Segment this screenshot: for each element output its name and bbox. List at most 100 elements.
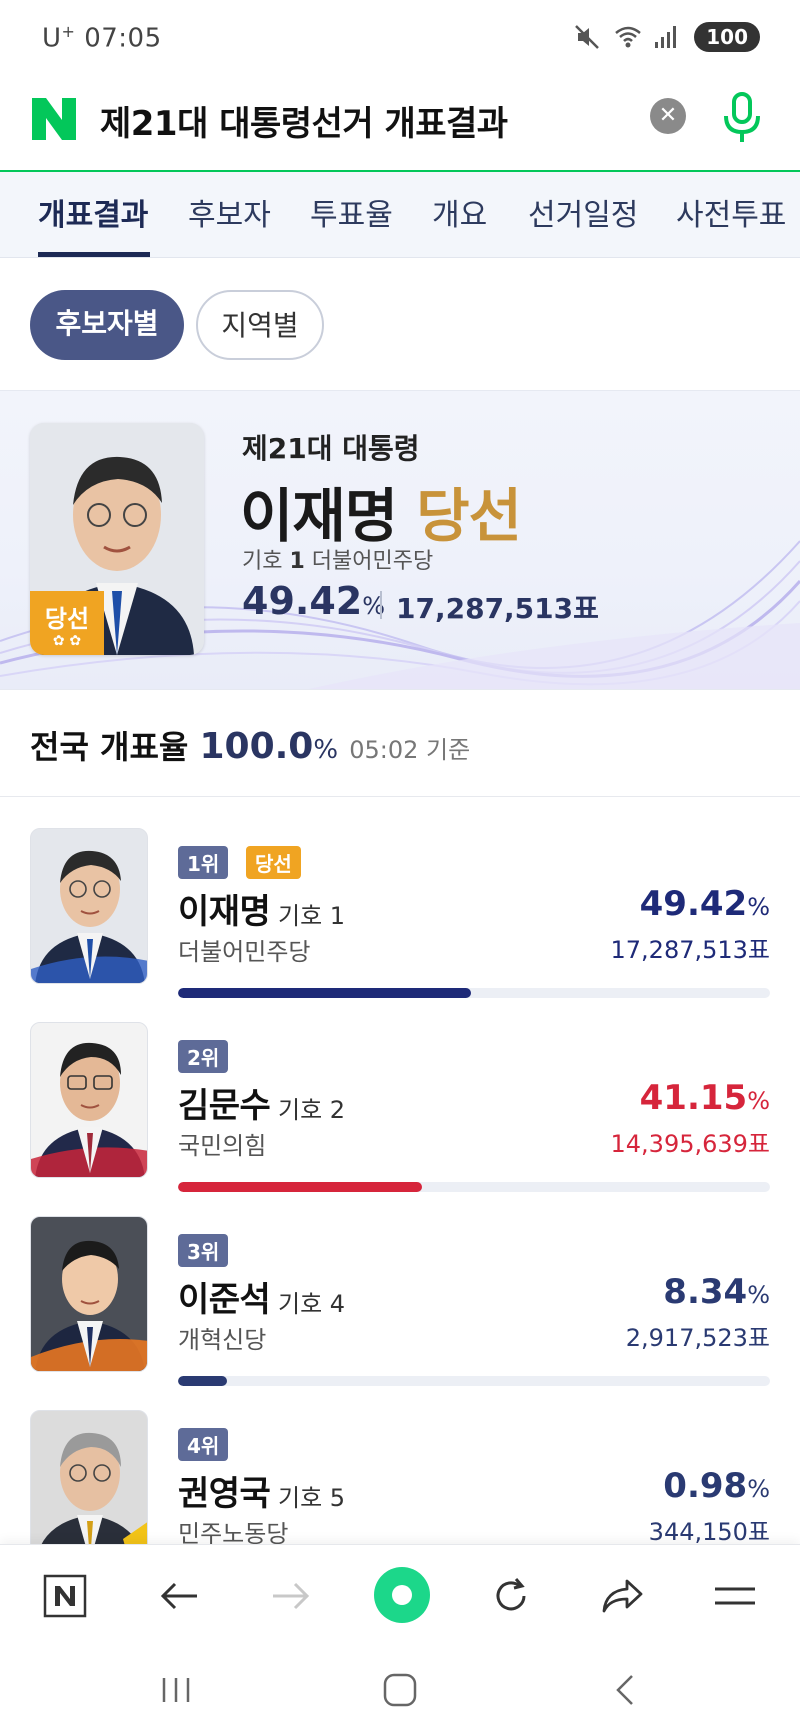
winner-banner[interactable]: 당선 ✿ ✿ 제21대 대통령 이재명 당선 기호 1 더불어민주당 49.42… xyxy=(0,390,800,690)
winner-headline: 이재명 당선 xyxy=(240,469,522,553)
vote-share-fill xyxy=(178,1182,422,1192)
vote-share-bar xyxy=(178,988,770,998)
candidate-photo xyxy=(30,828,148,984)
microphone-icon[interactable] xyxy=(720,90,764,146)
wifi-icon xyxy=(614,24,642,50)
tab-candidates[interactable]: 후보자 xyxy=(188,190,271,234)
candidate-pct-value: 0.98 xyxy=(663,1466,748,1506)
candidate-votes: 17,287,513표 xyxy=(610,936,771,964)
rank-badge: 4위 xyxy=(178,1428,229,1461)
back-icon[interactable] xyxy=(600,1666,648,1714)
clock: 07:05 xyxy=(84,23,162,54)
candidate-name: 권영국 xyxy=(178,1474,271,1514)
candidate-party: 국민의힘 xyxy=(178,1132,267,1160)
recents-icon[interactable] xyxy=(152,1666,200,1714)
candidate-name: 이재명 xyxy=(178,892,271,932)
candidate-symbol-number: 기호 5 xyxy=(278,1484,346,1512)
winner-percentage: 49.42% xyxy=(242,579,385,623)
search-input[interactable]: 제21대 대통령선거 개표결과 xyxy=(100,96,508,145)
elected-badge: 당선 xyxy=(246,846,301,879)
active-tab-indicator xyxy=(38,252,150,257)
reload-icon[interactable] xyxy=(484,1569,538,1623)
winner-elected-text: 당선 xyxy=(416,482,522,550)
naver-logo-icon[interactable] xyxy=(30,96,78,142)
search-bar: 제21대 대통령선거 개표결과 ✕ xyxy=(0,78,800,172)
status-bar: U+ 07:05 100 xyxy=(0,0,800,70)
carrier-time: U+ 07:05 xyxy=(42,22,162,54)
back-arrow-icon[interactable] xyxy=(152,1569,206,1623)
counting-rate-number: 100.0 xyxy=(199,726,314,767)
battery-indicator: 100 xyxy=(694,22,760,52)
candidate-percentage: 8.34% xyxy=(663,1272,770,1312)
tab-results[interactable]: 개표결과 xyxy=(38,190,148,234)
candidate-name: 이준석 xyxy=(178,1280,271,1320)
status-icons: 100 xyxy=(574,22,760,52)
candidate-symbol-number: 기호 4 xyxy=(278,1290,346,1318)
candidate-row[interactable]: 2위 김문수 기호 2 국민의힘 41.15% 14,395,639표 xyxy=(0,1022,800,1212)
winner-party-line: 기호 1 더불어민주당 xyxy=(242,543,433,575)
filter-by-candidate[interactable]: 후보자별 xyxy=(30,290,184,360)
candidate-votes: 2,917,523표 xyxy=(625,1324,770,1352)
winner-party: 더불어민주당 xyxy=(311,549,434,574)
share-icon[interactable] xyxy=(596,1569,650,1623)
tab-early-voting[interactable]: 사전투표 xyxy=(676,190,786,234)
symbol-label: 기호 xyxy=(242,549,283,574)
carrier-label: U xyxy=(42,23,62,54)
vote-share-fill xyxy=(178,1376,228,1386)
signal-icon xyxy=(654,24,680,50)
candidate-pct-unit: % xyxy=(747,1475,770,1503)
counting-rate-time: 05:02 기준 xyxy=(349,736,471,764)
close-icon: ✕ xyxy=(658,103,678,128)
rank-badge: 2위 xyxy=(178,1040,229,1073)
green-circle-icon[interactable] xyxy=(372,1565,432,1625)
menu-icon[interactable] xyxy=(708,1569,762,1623)
winner-subtitle: 제21대 대통령 xyxy=(242,432,420,465)
candidate-votes: 14,395,639표 xyxy=(610,1130,771,1158)
elected-badge-label: 당선 xyxy=(44,605,90,633)
candidate-percentage: 41.15% xyxy=(640,1078,770,1118)
divider xyxy=(380,591,382,619)
candidate-pct-value: 8.34 xyxy=(663,1272,748,1312)
candidate-photo xyxy=(30,1410,148,1566)
carrier-sup: + xyxy=(61,22,76,41)
candidate-row[interactable]: 3위 이준석 기호 4 개혁신당 8.34% 2,917,523표 xyxy=(0,1216,800,1406)
candidate-votes: 344,150표 xyxy=(648,1518,770,1546)
candidate-name: 김문수 xyxy=(178,1086,271,1126)
candidate-photo xyxy=(30,1216,148,1372)
candidate-row[interactable]: 1위 당선 이재명 기호 1 더불어민주당 49.42% 17,287,513표 xyxy=(0,828,800,1018)
winner-name: 이재명 xyxy=(240,482,398,550)
candidate-percentage: 49.42% xyxy=(640,884,770,924)
browser-toolbar xyxy=(0,1544,800,1646)
filter-by-region[interactable]: 지역별 xyxy=(196,290,324,360)
winner-votes: 17,287,513표 xyxy=(396,592,599,625)
candidate-pct-unit: % xyxy=(747,893,770,921)
mute-icon xyxy=(574,24,600,50)
candidate-pct-unit: % xyxy=(747,1087,770,1115)
rank-badge: 3위 xyxy=(178,1234,229,1267)
rank-badge: 1위 xyxy=(178,846,229,879)
laurel-icon: ✿ ✿ xyxy=(52,633,82,649)
candidate-pct-value: 41.15 xyxy=(639,1078,748,1118)
system-navigation-bar xyxy=(0,1646,800,1734)
candidate-party: 더불어민주당 xyxy=(178,938,311,966)
section-divider xyxy=(0,796,800,797)
tab-turnout[interactable]: 투표율 xyxy=(310,190,393,234)
vote-share-bar xyxy=(178,1182,770,1192)
vote-share-bar xyxy=(178,1376,770,1386)
candidate-pct-value: 49.42 xyxy=(639,884,748,924)
naver-home-icon[interactable] xyxy=(38,1569,92,1623)
counting-rate: 전국 개표율 100.0% 05:02 기준 xyxy=(30,722,470,768)
symbol-number: 1 xyxy=(289,549,305,574)
vote-share-fill xyxy=(178,988,471,998)
tab-bar: 개표결과 후보자 투표율 개요 선거일정 사전투표 xyxy=(0,172,800,258)
tab-schedule[interactable]: 선거일정 xyxy=(528,190,638,234)
home-icon[interactable] xyxy=(376,1666,424,1714)
counting-rate-unit: % xyxy=(313,735,339,765)
winner-pct-value: 49.42 xyxy=(242,579,363,623)
candidate-party: 개혁신당 xyxy=(178,1326,267,1354)
elected-badge: 당선 ✿ ✿ xyxy=(30,591,104,655)
tab-overview[interactable]: 개요 xyxy=(432,190,487,234)
candidate-symbol-number: 기호 1 xyxy=(278,902,346,930)
clear-search-button[interactable]: ✕ xyxy=(650,98,686,134)
forward-arrow-icon[interactable] xyxy=(264,1569,318,1623)
